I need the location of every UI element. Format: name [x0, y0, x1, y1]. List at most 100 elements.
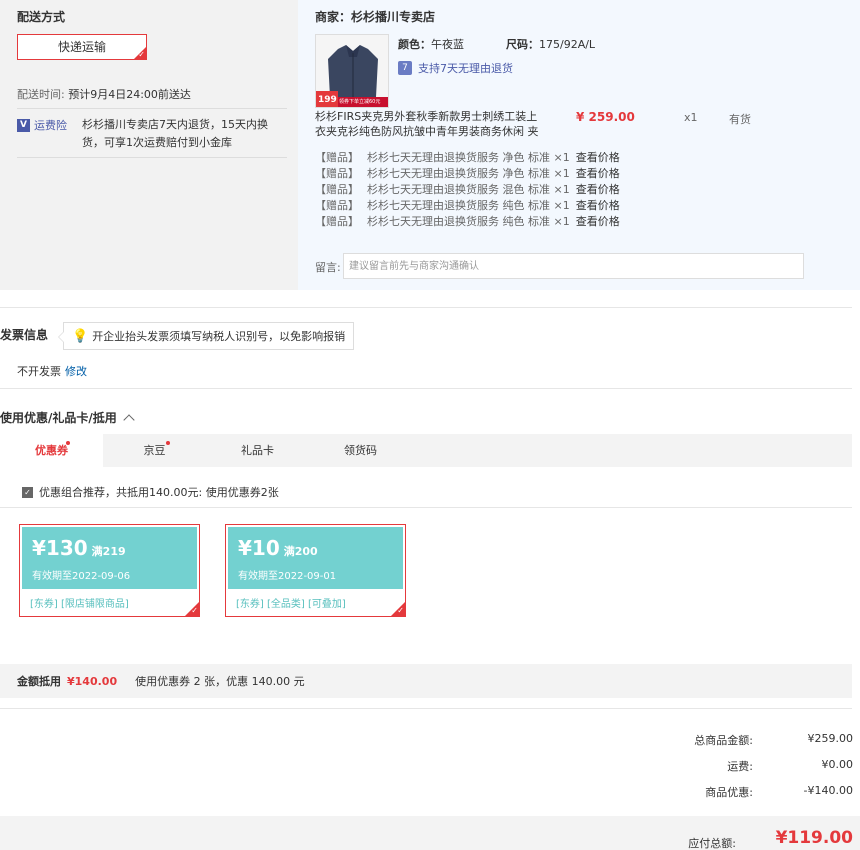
combo-checkbox[interactable]: ✓ [22, 486, 33, 498]
coupon-card[interactable]: ¥130 满219 有效期至2022-09-06 [东券] [限店铺限商品] ✓ [19, 524, 200, 617]
product-price: ¥ 259.00 [576, 110, 635, 124]
shipping-fee-row: 运费: ¥0.00 [673, 758, 853, 774]
gift-name: 杉杉七天无理由退换货服务 混色 标准 ×1 [367, 183, 570, 196]
total-value: ¥259.00 [807, 732, 854, 745]
note-input[interactable] [343, 253, 804, 279]
invoice-tip: 💡 开企业抬头发票须填写纳税人识别号，以免影响报销 [57, 322, 355, 350]
gift-item: 【赠品】 杉杉七天无理由退换货服务 混色 标准 ×1 查看价格 [315, 182, 620, 198]
view-price-link[interactable]: 查看价格 [576, 183, 620, 196]
total-value: -¥140.00 [803, 784, 853, 797]
check-icon: ✓ [191, 606, 198, 615]
order-items-panel: 商家：杉杉播川专卖店 199 领券下单立减60元 颜色：午夜蓝 尺码：175/9… [298, 0, 860, 290]
size-label: 尺码： [506, 38, 539, 51]
invoice-edit-link[interactable]: 修改 [65, 365, 87, 378]
coupon-amount-row: ¥130 满219 [32, 536, 126, 560]
delivery-time-value: 预计9月4日24:00前送达 [68, 88, 191, 101]
shipping-method-label: 快递运输 [57, 40, 106, 54]
seven-day-return-icon: 7 [398, 61, 412, 75]
total-label: 总商品金额: [694, 734, 753, 747]
pay-total-label: 应付总额: [688, 837, 736, 850]
delivery-time: 配送时间: 预计9月4日24:00前送达 [17, 86, 191, 102]
coupon-amount: ¥130 [32, 536, 88, 560]
gift-tag: 【赠品】 [315, 167, 359, 180]
color-label: 颜色： [398, 38, 431, 51]
tab-gift-card[interactable]: 礼品卡 [206, 434, 309, 467]
insurance-shield-icon: V [17, 118, 30, 132]
discount-row: 商品优惠: -¥140.00 [673, 784, 853, 800]
total-value: ¥0.00 [821, 758, 854, 771]
gift-item: 【赠品】 杉杉七天无理由退换货服务 纯色 标准 ×1 查看价格 [315, 198, 620, 214]
invoice-status: 不开发票 修改 [17, 363, 87, 379]
coupon-validity: 有效期至2022-09-01 [238, 571, 337, 582]
shipping-insurance-badge[interactable]: V 运费险 [17, 117, 67, 133]
invoice-status-text: 不开发票 [17, 365, 61, 378]
combo-text: 优惠组合推荐，共抵用140.00元: 使用优惠券2张 [39, 486, 279, 499]
image-badge-text: 领券下单立减60元 [339, 99, 381, 105]
gift-tag: 【赠品】 [315, 199, 359, 212]
gift-item: 【赠品】 杉杉七天无理由退换货服务 纯色 标准 ×1 查看价格 [315, 214, 620, 230]
check-icon: ✓ [397, 606, 404, 615]
divider [17, 108, 287, 109]
tab-label: 领货码 [344, 444, 377, 457]
total-label: 运费: [727, 760, 753, 773]
gift-tag: 【赠品】 [315, 151, 359, 164]
coupon-amount-row: ¥10 满200 [238, 536, 318, 560]
invoice-title: 发票信息 [0, 328, 49, 342]
discount-title: 使用优惠/礼品卡/抵用 [0, 411, 117, 425]
product-quantity: x1 [684, 111, 698, 124]
return-policy-text: 支持7天无理由退货 [418, 62, 513, 75]
chevron-up-icon [123, 413, 135, 426]
coupon-face: ¥10 满200 有效期至2022-09-01 [228, 527, 403, 589]
merchant-name: 商家：杉杉播川专卖店 [315, 10, 436, 24]
coupon-tags: [东券] [全品类] [可叠加] [236, 599, 346, 610]
notification-dot [166, 441, 170, 445]
return-policy[interactable]: 7 支持7天无理由退货 [398, 60, 513, 76]
gift-tag: 【赠品】 [315, 183, 359, 196]
gift-name: 杉杉七天无理由退换货服务 纯色 标准 ×1 [367, 199, 570, 212]
product-image[interactable]: 199 领券下单立减60元 [315, 34, 389, 108]
express-shipping-option[interactable]: 快递运输 ✓ [17, 34, 147, 60]
coupon-condition: 满200 [283, 545, 318, 558]
tab-jingdou[interactable]: 京豆 [103, 434, 206, 467]
coupon-validity: 有效期至2022-09-06 [32, 571, 131, 582]
discount-summary-note: 使用优惠券 2 张，优惠 140.00 元 [135, 675, 305, 688]
divider [0, 388, 852, 389]
tab-label: 礼品卡 [241, 444, 274, 457]
color-value: 午夜蓝 [431, 38, 464, 51]
insurance-label: 运费险 [34, 119, 67, 132]
coupon-card[interactable]: ¥10 满200 有效期至2022-09-01 [东券] [全品类] [可叠加] … [225, 524, 406, 617]
coupon-amount: ¥10 [238, 536, 280, 560]
image-badge-price: 199 [318, 95, 337, 105]
product-name[interactable]: 杉杉FIRS夹克男外套秋季新款男士刺绣工装上衣夹克衫纯色防风抗皱中青年男装商务休… [315, 109, 545, 139]
discount-section-toggle[interactable]: 使用优惠/礼品卡/抵用 [0, 409, 135, 426]
lightbulb-icon: 💡 [72, 328, 89, 344]
order-top-section: 配送方式 快递运输 ✓ 配送时间: 预计9月4日24:00前送达 V 运费险 杉… [0, 0, 860, 290]
total-goods-row: 总商品金额: ¥259.00 [673, 732, 853, 748]
divider [0, 708, 852, 709]
notification-dot [66, 441, 70, 445]
shipping-title: 配送方式 [17, 10, 66, 24]
shipping-panel: 配送方式 快递运输 ✓ 配送时间: 预计9月4日24:00前送达 V 运费险 杉… [0, 0, 298, 290]
tab-coupons[interactable]: 优惠券 [0, 434, 103, 467]
gift-name: 杉杉七天无理由退换货服务 纯色 标准 ×1 [367, 215, 570, 228]
view-price-link[interactable]: 查看价格 [576, 215, 620, 228]
insurance-description: 杉杉播川专卖店7天内退货，15天内换货，可享1次运费赔付到小金库 [82, 118, 268, 149]
delivery-time-label: 配送时间: [17, 88, 65, 101]
coupon-face: ¥130 满219 有效期至2022-09-06 [22, 527, 197, 589]
gift-name: 杉杉七天无理由退换货服务 净色 标准 ×1 [367, 151, 570, 164]
tab-label: 优惠券 [35, 444, 68, 457]
payment-total-bar: 应付总额: ¥119.00 [0, 816, 860, 850]
view-price-link[interactable]: 查看价格 [576, 199, 620, 212]
view-price-link[interactable]: 查看价格 [576, 151, 620, 164]
combo-recommend[interactable]: ✓ 优惠组合推荐，共抵用140.00元: 使用优惠券2张 [22, 484, 279, 500]
product-color: 颜色：午夜蓝 [398, 36, 464, 52]
coupon-tags: [东券] [限店铺限商品] [30, 599, 129, 610]
tab-redeem-code[interactable]: 领货码 [309, 434, 412, 467]
discount-tabs: 优惠券 京豆 礼品卡 领货码 [0, 434, 852, 467]
discount-summary-label: 金额抵用 [17, 675, 61, 688]
size-value: 175/92A/L [539, 38, 596, 51]
view-price-link[interactable]: 查看价格 [576, 167, 620, 180]
divider [0, 307, 852, 308]
note-label: 留言: [315, 261, 341, 274]
gift-item: 【赠品】 杉杉七天无理由退换货服务 净色 标准 ×1 查看价格 [315, 150, 620, 166]
